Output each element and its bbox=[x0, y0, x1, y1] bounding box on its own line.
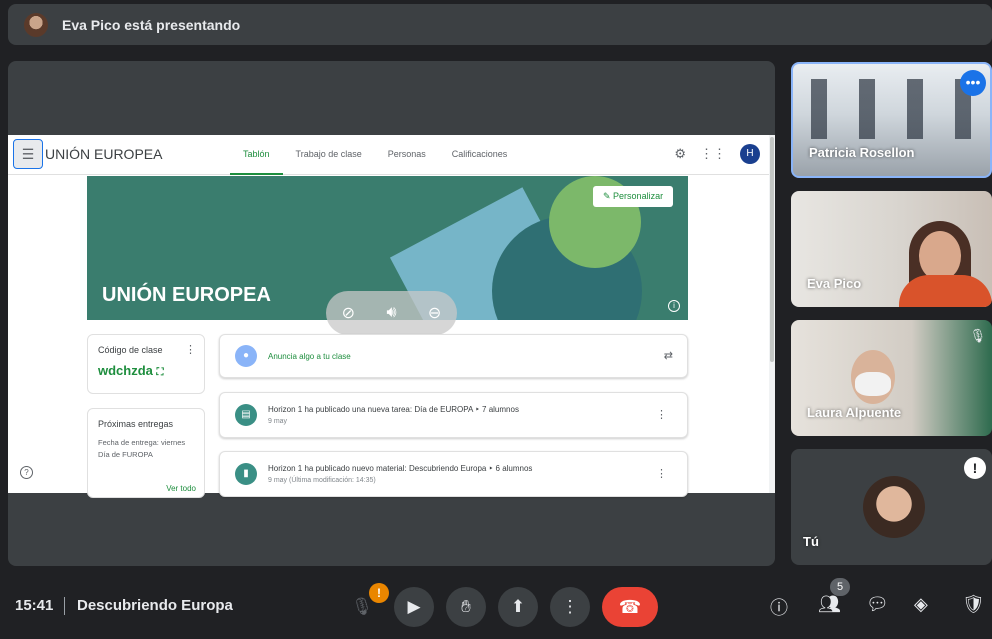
repost-icon[interactable]: ⇄ bbox=[664, 349, 673, 362]
participant-video-mask bbox=[855, 372, 891, 396]
participant-tile[interactable]: Eva Pico bbox=[791, 191, 992, 307]
more-options-button[interactable]: ⋮ bbox=[550, 587, 590, 627]
minimize-icon[interactable]: ⊖ bbox=[428, 303, 441, 323]
participant-video-body bbox=[899, 275, 992, 307]
gear-icon[interactable]: ⚙ bbox=[674, 146, 686, 162]
header-actions: ⚙ ⋮⋮ H bbox=[674, 144, 760, 164]
unpin-icon[interactable]: ⊘ bbox=[342, 303, 355, 323]
more-options-icon[interactable]: ••• bbox=[960, 70, 986, 96]
mic-warning-badge[interactable]: ! bbox=[369, 583, 389, 603]
post-text[interactable]: Horizon 1 ha publicado una nueva tarea: … bbox=[268, 405, 519, 414]
see-all-link[interactable]: Ver todo bbox=[166, 484, 196, 493]
presentation-stage: ☰ UNIÓN EUROPEA Tablón Trabajo de clase … bbox=[8, 61, 775, 566]
material-icon: ▮ bbox=[235, 463, 257, 485]
people-icon[interactable]: 👥︎ bbox=[818, 594, 841, 615]
upcoming-title: Próximas entregas bbox=[98, 419, 174, 429]
meeting-time: 15:41 bbox=[15, 597, 54, 614]
participant-count-badge: 5 bbox=[830, 578, 850, 596]
mic-off-icon: 🎙︎ bbox=[969, 328, 986, 343]
info-icon[interactable]: ⓘ bbox=[770, 594, 788, 620]
more-options-icon[interactable]: ⋮ bbox=[185, 343, 196, 356]
hand-icon: ✋︎ bbox=[461, 597, 471, 616]
classroom-header: ☰ UNIÓN EUROPEA Tablón Trabajo de clase … bbox=[8, 135, 770, 175]
class-code-text: wdchzda bbox=[98, 363, 153, 378]
assignment-icon: ▤ bbox=[235, 404, 257, 426]
banner-title: UNIÓN EUROPEA bbox=[102, 284, 271, 306]
presenting-banner: Eva Pico está presentando bbox=[8, 4, 992, 45]
activities-icon[interactable]: ◈ bbox=[914, 594, 928, 615]
participant-tile[interactable]: 🎙︎ Laura Alpuente bbox=[791, 320, 992, 436]
participant-name: Eva Pico bbox=[807, 276, 862, 291]
chat-icon[interactable]: 💬︎ bbox=[866, 594, 889, 615]
more-options-icon[interactable]: ⋮ bbox=[656, 467, 667, 480]
classroom-tabs: Tablón Trabajo de clase Personas Calific… bbox=[230, 135, 520, 175]
class-code-card: Código de clase ⋮ wdchzda ⛶ bbox=[87, 334, 205, 394]
camera-button[interactable]: ▶ bbox=[394, 587, 434, 627]
self-tile[interactable]: ! Tú bbox=[791, 449, 992, 565]
class-name[interactable]: UNIÓN EUROPEA bbox=[45, 146, 162, 162]
class-code-value: wdchzda ⛶ bbox=[88, 355, 204, 386]
raise-hand-button[interactable]: ✋︎ bbox=[446, 587, 486, 627]
due-line-1: Fecha de entrega: viernes bbox=[98, 438, 186, 447]
user-avatar-icon: ● bbox=[235, 345, 257, 367]
hamburger-menu-icon[interactable]: ☰ bbox=[13, 139, 43, 169]
apps-grid-icon[interactable]: ⋮⋮ bbox=[700, 146, 726, 162]
volume-icon[interactable]: 🔊︎ bbox=[386, 304, 396, 322]
due-line-2[interactable]: Día de FUROPA bbox=[98, 449, 194, 461]
divider bbox=[64, 597, 65, 615]
account-avatar[interactable]: H bbox=[740, 144, 760, 164]
due-date-text: Fecha de entrega: viernes Día de FUROPA bbox=[88, 429, 204, 461]
presenter-avatar bbox=[24, 12, 48, 37]
more-vert-icon: ⋮ bbox=[561, 597, 579, 616]
presenting-text: Eva Pico está presentando bbox=[62, 16, 241, 33]
self-avatar bbox=[863, 476, 925, 538]
announce-box[interactable]: ● Anuncia algo a tu clase ⇄ bbox=[219, 334, 688, 378]
expand-icon[interactable]: ⛶ bbox=[157, 367, 164, 378]
tab-personas[interactable]: Personas bbox=[375, 135, 439, 175]
help-icon[interactable]: ? bbox=[20, 466, 33, 479]
shared-screen: ☰ UNIÓN EUROPEA Tablón Trabajo de clase … bbox=[8, 135, 775, 498]
upcoming-card: Próximas entregas Fecha de entrega: vier… bbox=[87, 408, 205, 498]
post-date: 9 may bbox=[268, 418, 288, 425]
alert-icon[interactable]: ! bbox=[964, 457, 986, 479]
presentation-controls-overlay: ⊘ 🔊︎ ⊖ bbox=[326, 291, 457, 335]
stream-post[interactable]: ▮ Horizon 1 ha publicado nuevo material:… bbox=[219, 451, 688, 497]
stream-post[interactable]: ▤ Horizon 1 ha publicado una nueva tarea… bbox=[219, 392, 688, 438]
scrollbar-thumb[interactable] bbox=[770, 137, 774, 362]
camera-icon: ▶ bbox=[407, 597, 421, 616]
participant-name: Patricia Rosellon bbox=[809, 145, 915, 160]
tab-trabajo-de-clase[interactable]: Trabajo de clase bbox=[283, 135, 375, 175]
post-date: 9 may (Última modificación: 14:35) bbox=[268, 477, 376, 484]
customize-label: Personalizar bbox=[613, 191, 664, 201]
phone-end-icon: ☎ bbox=[618, 596, 642, 617]
tab-tablon[interactable]: Tablón bbox=[230, 135, 283, 175]
participant-name: Laura Alpuente bbox=[807, 405, 902, 420]
tab-calificaciones[interactable]: Calificaciones bbox=[439, 135, 521, 175]
page-scrollbar[interactable] bbox=[769, 135, 775, 493]
host-controls-icon[interactable]: 🛡︎ bbox=[962, 594, 985, 615]
participant-tile[interactable]: ••• Patricia Rosellon bbox=[791, 62, 992, 178]
announce-placeholder[interactable]: Anuncia algo a tu clase bbox=[268, 352, 351, 361]
post-text[interactable]: Horizon 1 ha publicado nuevo material: D… bbox=[268, 464, 532, 473]
microphone-icon: 🎙︎ bbox=[351, 597, 373, 616]
participant-name: Tú bbox=[803, 534, 819, 549]
present-icon: ⬆ bbox=[510, 597, 526, 616]
meeting-controls-bar: 15:41 Descubriendo Europa 🎙︎ ! ▶ ✋︎ ⬆ ⋮ … bbox=[0, 578, 992, 639]
participant-video-face bbox=[919, 231, 961, 281]
customize-button[interactable]: ✎ Personalizar bbox=[593, 186, 674, 207]
info-icon[interactable]: i bbox=[668, 300, 680, 312]
present-screen-button[interactable]: ⬆ bbox=[498, 587, 538, 627]
more-options-icon[interactable]: ⋮ bbox=[656, 408, 667, 421]
hang-up-button[interactable]: ☎ bbox=[602, 587, 658, 627]
meeting-name: Descubriendo Europa bbox=[77, 597, 233, 614]
